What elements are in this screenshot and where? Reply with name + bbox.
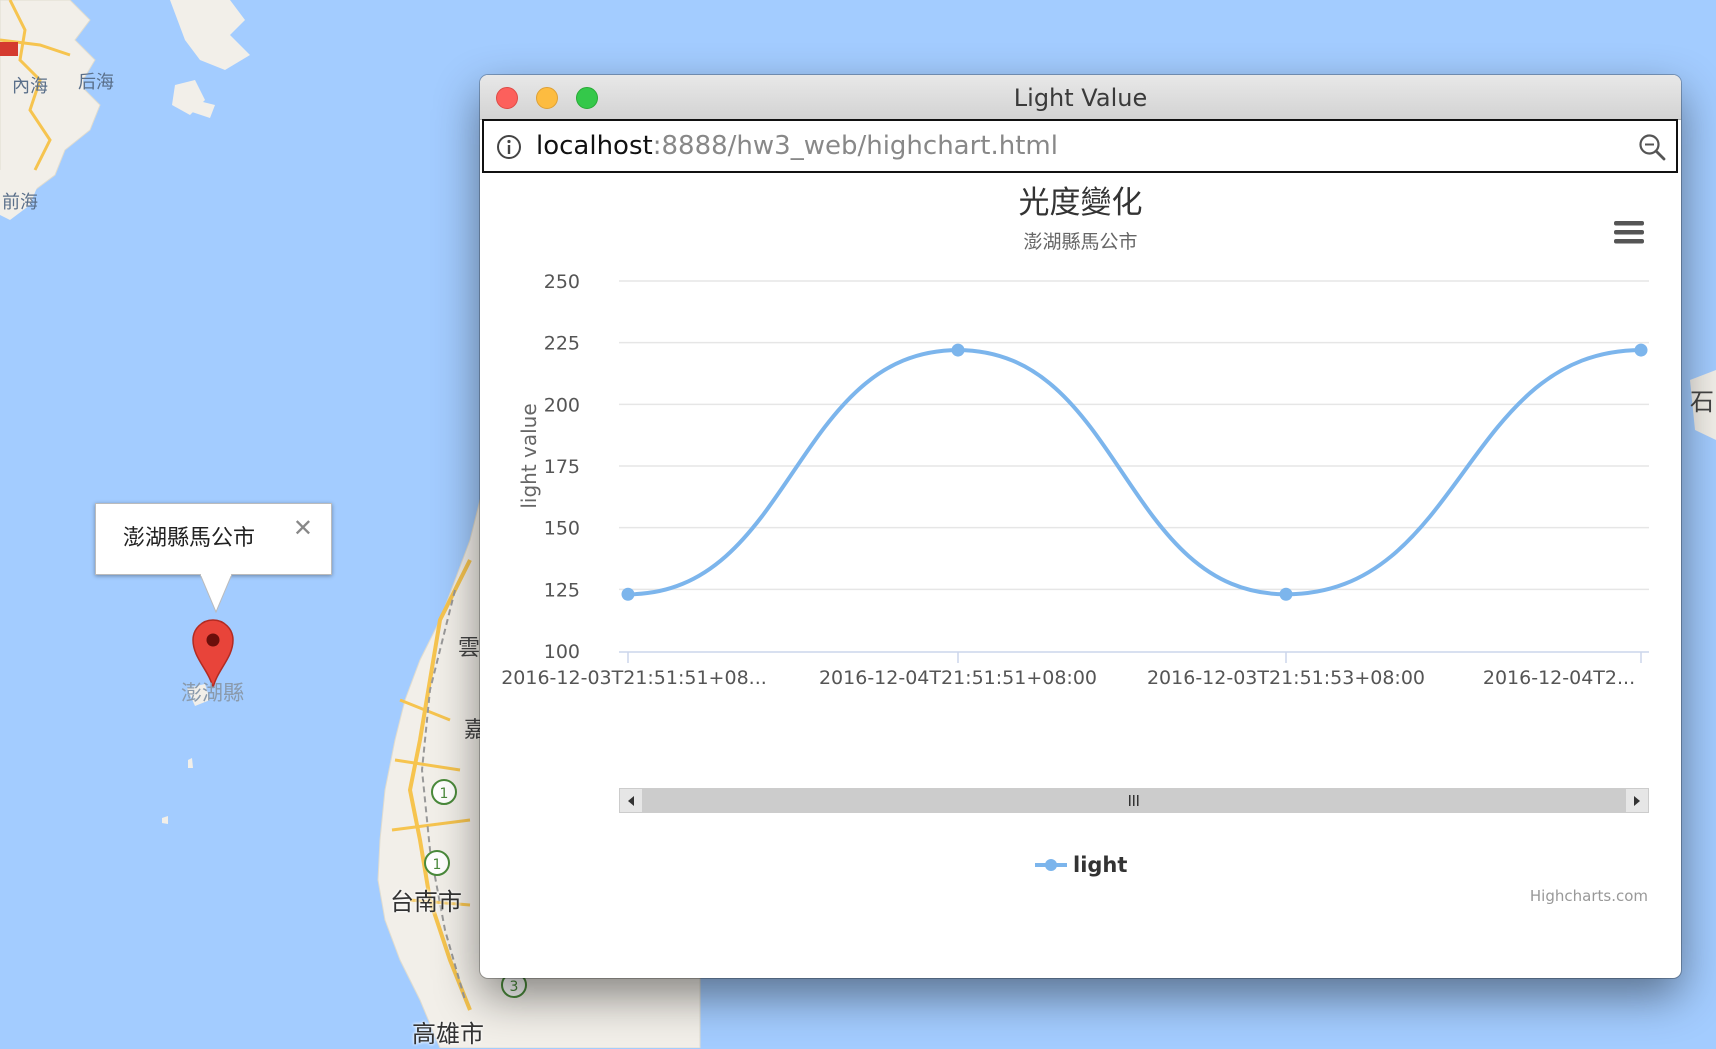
highcharts-credits-link[interactable]: Highcharts.com [1530,887,1648,905]
data-point[interactable] [621,587,635,601]
route-shield-1: 1 [431,779,457,805]
grip-icon [1129,795,1139,806]
scrollbar-thumb[interactable] [642,789,1626,812]
svg-text:1: 1 [440,786,449,802]
x-tick-label: 2016-12-03T21:51:51+08... [501,667,767,689]
data-point[interactable] [1279,587,1293,601]
svg-text:3: 3 [510,979,519,995]
y-tick-label: 250 [544,271,580,293]
y-axis-title: light value [517,403,541,508]
map-label-yun: 雲 [458,636,481,661]
data-point[interactable] [951,343,965,357]
x-tick-label: 2016-12-04T2... [1483,667,1635,689]
svg-text:1: 1 [433,857,442,873]
route-badge-24 [0,42,18,56]
route-shield-1: 1 [424,850,450,876]
y-tick-label: 200 [544,394,580,416]
chart-legend-item[interactable]: light [1035,850,1127,880]
map-label-neihai: 內海 [12,76,48,97]
map-infowindow: 澎湖縣馬公市 ✕ [95,503,332,575]
y-tick-label: 225 [544,333,580,355]
arrow-left-icon [628,796,634,806]
map-label-kaohsiung: 高雄市 [412,1020,484,1048]
popup-browser-window: Light Value localhost:8888/hw3_web/highc… [480,75,1681,978]
infowindow-close-icon[interactable]: ✕ [293,516,313,540]
y-tick-label: 100 [544,641,580,663]
map-label-tainan: 台南市 [390,888,462,916]
map-label-shi: 石 [1690,388,1714,416]
data-point[interactable] [1634,343,1648,357]
infowindow-tail [199,574,233,614]
arrow-right-icon [1634,796,1640,806]
scroll-right-button[interactable] [1625,789,1648,812]
map-label-houhai: 后海 [78,72,114,93]
chart-plot: 100 125 150 175 200 225 250 2016-12-03T21:51:51… [501,271,1649,689]
x-tick-label: 2016-12-03T21:51:53+08:00 [1147,667,1425,689]
infowindow-text: 澎湖縣馬公市 [123,526,256,551]
map-label-penghu: 澎湖縣 [181,681,244,705]
legend-label: light [1073,853,1128,877]
x-tick-label: 2016-12-04T21:51:51+08:00 [819,667,1097,689]
y-tick-label: 150 [544,518,580,540]
chart-navigator-scrollbar[interactable] [619,788,1649,813]
y-tick-label: 125 [544,579,580,601]
map-label-qianhai: 前海 [2,192,38,213]
legend-symbol-icon [1035,859,1067,871]
y-tick-label: 175 [544,456,580,478]
scroll-left-button[interactable] [620,789,643,812]
series-line-light[interactable] [627,348,1642,597]
